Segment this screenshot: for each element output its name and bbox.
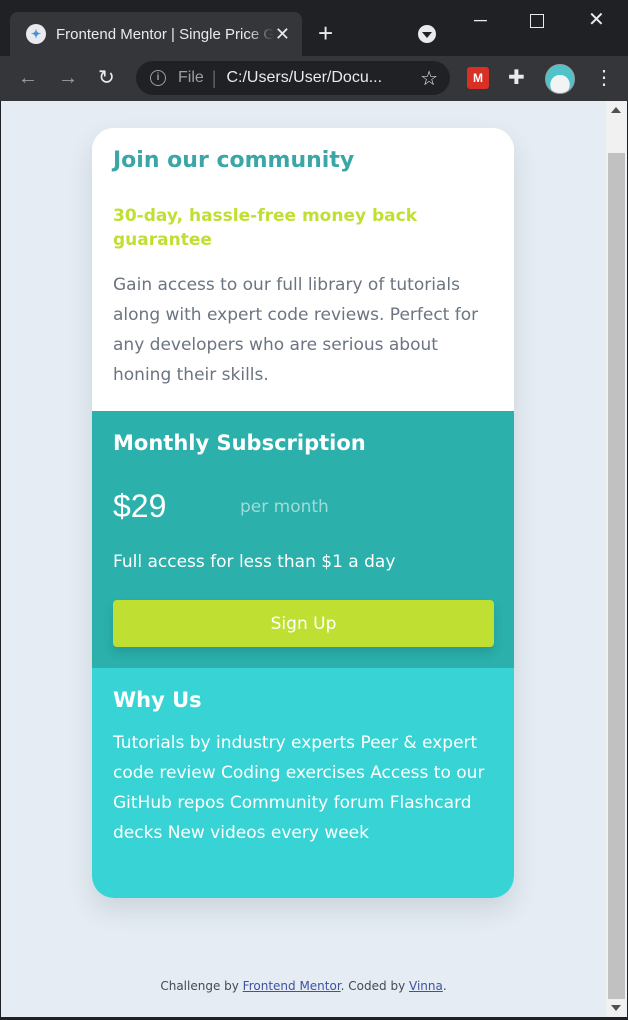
subscription-title: Monthly Subscription xyxy=(113,431,366,455)
author-link[interactable]: Vinna xyxy=(409,979,443,993)
profile-avatar[interactable] xyxy=(545,64,575,94)
reload-icon[interactable]: ↻ xyxy=(98,65,115,91)
close-icon[interactable]: ✕ xyxy=(275,23,290,45)
sign-up-button[interactable]: Sign Up xyxy=(113,600,494,647)
price: $29 xyxy=(113,488,167,524)
globe-favicon-icon: ✦ xyxy=(26,24,46,44)
scroll-down-arrow-icon[interactable] xyxy=(611,1005,621,1011)
join-title: Join our community xyxy=(113,148,355,173)
community-section: Join our community 30-day, hassle-free m… xyxy=(92,128,514,411)
info-icon[interactable]: i xyxy=(150,70,166,86)
attribution-middle: . Coded by xyxy=(340,979,409,993)
browser-tab-active[interactable]: ✦ Frontend Mentor | Single Price Grid Co… xyxy=(10,12,302,56)
tab-search-icon[interactable] xyxy=(418,25,436,43)
extension-icon[interactable]: M xyxy=(467,67,489,89)
attribution-suffix: . xyxy=(442,979,447,993)
intro-description: Gain access to our full library of tutor… xyxy=(113,275,479,385)
address-separator: | xyxy=(211,67,217,88)
plus-icon[interactable]: + xyxy=(318,20,333,46)
kebab-menu-icon[interactable]: ⋮ xyxy=(594,65,614,91)
why-us-list: Tutorials by industry experts Peer & exp… xyxy=(113,733,485,843)
back-arrow-icon[interactable]: ← xyxy=(18,65,38,91)
browser-toolbar: ← → ↻ i File | C:/Users/User/Docu... ☆ M… xyxy=(0,56,628,101)
forward-arrow-icon[interactable]: → xyxy=(58,65,78,91)
attribution-prefix: Challenge by xyxy=(160,979,243,993)
address-bar[interactable]: i File | C:/Users/User/Docu... ☆ xyxy=(136,61,450,95)
pricing-card: Join our community 30-day, hassle-free m… xyxy=(92,128,514,898)
puzzle-icon[interactable]: ✚ xyxy=(508,65,525,90)
scrollbar-thumb[interactable] xyxy=(608,153,625,999)
vertical-scrollbar[interactable] xyxy=(606,101,627,1017)
subscription-section: Monthly Subscription $29 per month Full … xyxy=(92,411,514,668)
address-url[interactable]: C:/Users/User/Docu... xyxy=(226,69,382,87)
window-close-icon[interactable]: ✕ xyxy=(588,8,605,32)
scroll-up-arrow-icon[interactable] xyxy=(611,107,621,113)
star-icon[interactable]: ☆ xyxy=(420,66,438,91)
attribution: Challenge by Frontend Mentor. Coded by V… xyxy=(1,979,606,993)
why-us-title: Why Us xyxy=(113,688,202,712)
frontend-mentor-link[interactable]: Frontend Mentor xyxy=(243,979,341,993)
browser-tabstrip: ✦ Frontend Mentor | Single Price Grid Co… xyxy=(0,0,628,56)
page-viewport: Join our community 30-day, hassle-free m… xyxy=(1,101,606,1017)
price-period: per month xyxy=(240,497,329,517)
address-scheme: File xyxy=(178,69,204,86)
maximize-icon[interactable] xyxy=(530,14,544,28)
guarantee-text: 30-day, hassle-free money back guarantee xyxy=(113,206,417,250)
subscription-tagline: Full access for less than $1 a day xyxy=(113,552,396,572)
why-us-section: Why Us Tutorials by industry experts Pee… xyxy=(92,668,514,898)
minimize-icon[interactable]: ─ xyxy=(474,8,487,32)
tab-title: Frontend Mentor | Single Price Grid Comp… xyxy=(56,25,274,43)
